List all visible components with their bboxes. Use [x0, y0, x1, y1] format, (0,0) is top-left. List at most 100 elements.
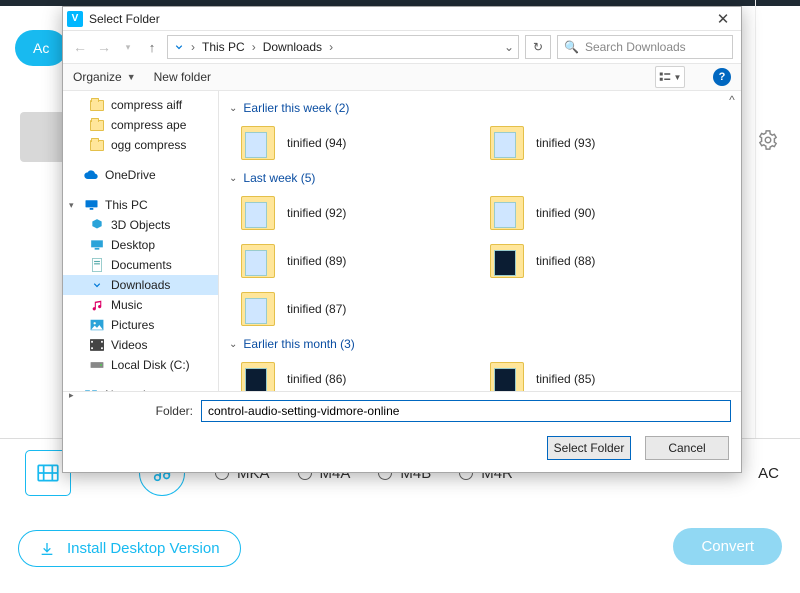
nav-back-button[interactable]: ←: [71, 39, 89, 55]
tree-3d-objects[interactable]: 3D Objects: [63, 215, 218, 235]
add-button[interactable]: Ac: [15, 30, 67, 66]
breadcrumb-item[interactable]: Downloads: [259, 40, 326, 54]
view-options-button[interactable]: ▼: [655, 66, 685, 88]
breadcrumb-bar[interactable]: › This PC › Downloads › ⌄: [167, 35, 519, 59]
folder-item[interactable]: tinified (88): [490, 237, 739, 285]
close-button[interactable]: ✕: [705, 10, 741, 28]
tree-item-label: ogg compress: [111, 138, 186, 152]
chevron-down-icon: ⌄: [229, 103, 237, 114]
tree-pictures[interactable]: Pictures: [63, 315, 218, 335]
tree-item-label: 3D Objects: [111, 218, 170, 232]
folder-grid: tinified (92) tinified (90) tinified (89) t…: [221, 189, 739, 333]
cancel-button[interactable]: Cancel: [645, 436, 729, 460]
tree-downloads[interactable]: Downloads: [63, 275, 218, 295]
tree-documents-icon: [89, 258, 105, 272]
nav-forward-button[interactable]: →: [95, 39, 113, 55]
tree-quick-ogg-compress[interactable]: ogg compress: [63, 135, 218, 155]
tree-local-disk-c--icon: [89, 358, 105, 372]
tree-local-disk-c-[interactable]: Local Disk (C:): [63, 355, 218, 375]
refresh-button[interactable]: ↻: [525, 35, 551, 59]
toolbar: Organize ▼ New folder ▼ ?: [63, 63, 741, 91]
gear-icon: [757, 129, 779, 151]
expand-icon[interactable]: ▾: [69, 200, 74, 211]
tree-videos-icon: [89, 338, 105, 352]
scroll-up-icon[interactable]: ^: [725, 93, 739, 107]
tree-quick-compress-aiff-icon: [89, 98, 105, 112]
folder-item[interactable]: tinified (86): [241, 355, 490, 391]
group-title: Earlier this month (3): [243, 337, 354, 351]
tree-onedrive[interactable]: OneDrive: [63, 165, 218, 185]
tree-item-label: compress aiff: [111, 98, 182, 112]
tree-quick-compress-ape-icon: [89, 118, 105, 132]
folder-item[interactable]: tinified (90): [490, 189, 739, 237]
tree-item-label: OneDrive: [105, 168, 156, 182]
tree-item-label: Documents: [111, 258, 172, 272]
group-header[interactable]: ⌄Last week (5): [221, 167, 739, 189]
folder-item[interactable]: tinified (93): [490, 119, 739, 167]
select-folder-button[interactable]: Select Folder: [547, 436, 631, 460]
breadcrumb-dropdown[interactable]: ⌄: [500, 40, 518, 54]
nav-up-button[interactable]: ↑: [143, 40, 161, 55]
folder-item[interactable]: tinified (89): [241, 237, 490, 285]
install-desktop-button[interactable]: Install Desktop Version: [18, 530, 241, 567]
chevron-down-icon: ▼: [674, 73, 682, 82]
tree-item-label: compress ape: [111, 118, 186, 132]
group-title: Last week (5): [243, 171, 315, 185]
folder-icon: [241, 292, 275, 326]
tree-quick-compress-aiff[interactable]: compress aiff: [63, 95, 218, 115]
tree-thispc[interactable]: ▾ This PC: [63, 195, 218, 215]
folder-label: tinified (89): [287, 254, 346, 268]
search-box[interactable]: 🔍: [557, 35, 733, 59]
tree-music[interactable]: Music: [63, 295, 218, 315]
tree-videos[interactable]: Videos: [63, 335, 218, 355]
tree-music-icon: [89, 298, 105, 312]
nav-tree: compress aiff compress ape ogg compress One…: [63, 91, 219, 391]
group-header[interactable]: ⌄ Earlier this week (2): [221, 97, 739, 119]
dialog-footer: Folder: Select Folder Cancel: [63, 391, 741, 472]
folder-label: tinified (92): [287, 206, 346, 220]
expand-icon[interactable]: ▸: [69, 390, 74, 392]
folder-label: tinified (88): [536, 254, 595, 268]
search-input[interactable]: [585, 40, 726, 54]
view-list-icon: [659, 71, 671, 83]
new-folder-button[interactable]: New folder: [154, 70, 211, 84]
group-title: Earlier this week (2): [243, 101, 349, 115]
chevron-right-icon: ›: [190, 40, 196, 54]
dialog-titlebar: V Select Folder ✕: [63, 7, 741, 31]
breadcrumb-item[interactable]: This PC: [198, 40, 249, 54]
tree-item-label: This PC: [105, 198, 148, 212]
folder-item[interactable]: tinified (94): [241, 119, 490, 167]
search-icon: 🔍: [564, 40, 579, 54]
organize-menu[interactable]: Organize ▼: [73, 70, 136, 84]
tree-documents[interactable]: Documents: [63, 255, 218, 275]
tree-quick-compress-ape[interactable]: compress ape: [63, 115, 218, 135]
convert-button[interactable]: Convert: [673, 528, 782, 565]
folder-label: tinified (94): [287, 136, 346, 150]
nav-row: ← → ▾ ↑ › This PC › Downloads › ⌄ ↻ 🔍: [63, 31, 741, 63]
folder-icon: [241, 196, 275, 230]
tree-quick-ogg-compress-icon: [89, 138, 105, 152]
tree-desktop[interactable]: Desktop: [63, 235, 218, 255]
folder-item[interactable]: tinified (92): [241, 189, 490, 237]
tree-onedrive-icon: [83, 168, 99, 182]
chevron-right-icon: ›: [328, 40, 334, 54]
tree-network[interactable]: ▸Network: [63, 385, 218, 391]
group-header[interactable]: ⌄ Earlier this month (3): [221, 333, 739, 355]
help-button[interactable]: ?: [713, 68, 731, 86]
folder-item[interactable]: tinified (85): [490, 355, 739, 391]
tree-3d-objects-icon: [89, 218, 105, 232]
file-pane[interactable]: ^ ⌄ Earlier this week (2) tinified (94) tin…: [219, 91, 741, 391]
folder-item[interactable]: tinified (87): [241, 285, 490, 333]
format-label-right: AC: [758, 465, 779, 482]
folder-icon: [241, 362, 275, 391]
folder-name-input[interactable]: [201, 400, 731, 422]
tree-downloads-icon: [89, 278, 105, 292]
settings-button[interactable]: [754, 126, 782, 154]
folder-icon: [490, 126, 524, 160]
chevron-down-icon: ⌄: [229, 339, 237, 350]
tree-item-label: Videos: [111, 338, 147, 352]
organize-label: Organize: [73, 70, 122, 84]
nav-recent-dropdown[interactable]: ▾: [119, 42, 137, 53]
chevron-right-icon: ›: [251, 40, 257, 54]
tree-network-icon: [83, 388, 99, 391]
